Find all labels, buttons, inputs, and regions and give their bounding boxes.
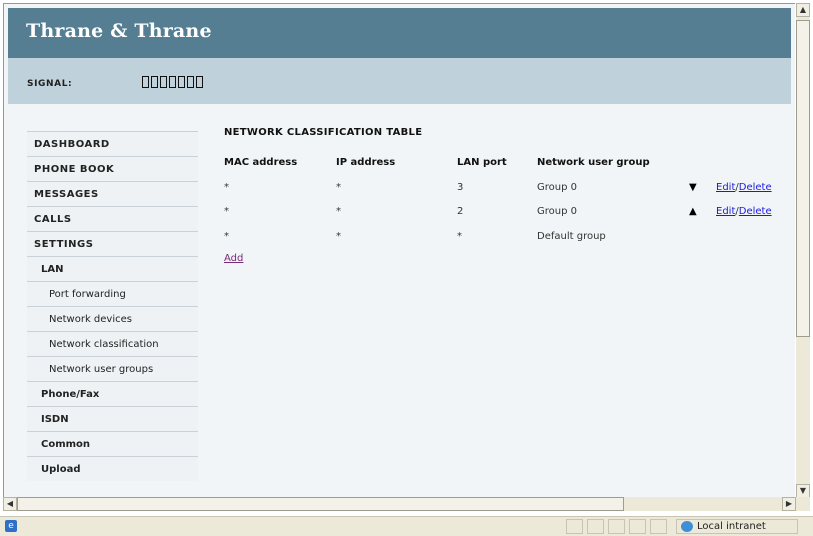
vertical-scroll-thumb[interactable] xyxy=(796,20,810,337)
sidebar-item-port-forwarding[interactable]: Port forwarding xyxy=(27,281,198,306)
sidebar-item-isdn[interactable]: ISDN xyxy=(27,406,198,431)
app-header: Thrane & Thrane xyxy=(8,8,791,58)
page-icon: e xyxy=(5,520,17,532)
vertical-scrollbar[interactable]: ▲ ▼ xyxy=(796,3,810,498)
main-content: NETWORK CLASSIFICATION TABLE MAC address… xyxy=(224,127,784,264)
status-bar: e Local intranet xyxy=(0,516,813,536)
horizontal-scroll-thumb[interactable] xyxy=(17,497,624,511)
ip-cell: * xyxy=(336,231,341,242)
brand-logo: Thrane & Thrane xyxy=(26,20,212,42)
sidebar-item-common[interactable]: Common xyxy=(27,431,198,456)
edit-link[interactable]: Edit xyxy=(716,206,735,217)
group-cell: Group 0 xyxy=(537,206,577,217)
signal-bar-segment xyxy=(187,76,194,88)
mac-cell: * xyxy=(224,182,229,193)
ip-cell: * xyxy=(336,206,341,217)
group-cell: Group 0 xyxy=(537,182,577,193)
scroll-left-icon[interactable]: ◀ xyxy=(3,497,17,511)
signal-bar-segment xyxy=(178,76,185,88)
mac-cell: * xyxy=(224,231,229,242)
horizontal-scrollbar[interactable]: ◀ ▶ xyxy=(3,497,796,511)
sidebar-item-network-user-groups[interactable]: Network user groups xyxy=(27,356,198,381)
column-header-ip: IP address xyxy=(336,157,396,168)
delete-link[interactable]: Delete xyxy=(739,206,772,217)
signal-strength-meter xyxy=(142,76,203,88)
scroll-right-icon[interactable]: ▶ xyxy=(782,497,796,511)
sidebar-item-phone-book[interactable]: PHONE BOOK xyxy=(27,156,198,181)
status-panel xyxy=(566,519,583,534)
status-panel xyxy=(629,519,646,534)
status-panel xyxy=(650,519,667,534)
column-header-user-group: Network user group xyxy=(537,157,650,168)
port-cell: 3 xyxy=(457,182,464,193)
sidebar-item-network-devices[interactable]: Network devices xyxy=(27,306,198,331)
table-row: * * 3 Group 0 ▼ Edit/Delete xyxy=(224,182,784,198)
table-title: NETWORK CLASSIFICATION TABLE xyxy=(224,127,423,138)
port-cell: * xyxy=(457,231,462,242)
sidebar-item-phone-fax[interactable]: Phone/Fax xyxy=(27,381,198,406)
ip-cell: * xyxy=(336,182,341,193)
scroll-up-icon[interactable]: ▲ xyxy=(796,3,810,17)
mac-cell: * xyxy=(224,206,229,217)
sidebar-item-dashboard[interactable]: DASHBOARD xyxy=(27,131,198,156)
sidebar-item-messages[interactable]: MESSAGES xyxy=(27,181,198,206)
security-zone: Local intranet xyxy=(676,519,798,534)
move-down-icon[interactable]: ▼ xyxy=(689,182,697,193)
sidebar-item-network-classification[interactable]: Network classification xyxy=(27,331,198,356)
group-cell: Default group xyxy=(537,231,606,242)
signal-bar-segment xyxy=(151,76,158,88)
sidebar-item-lan[interactable]: LAN xyxy=(27,256,198,281)
table-row: * * 2 Group 0 ▲ Edit/Delete xyxy=(224,206,784,222)
move-up-icon[interactable]: ▲ xyxy=(689,206,697,217)
table-row: * * * Default group xyxy=(224,231,784,247)
sidebar-item-upload[interactable]: Upload xyxy=(27,456,198,481)
signal-bar-segment xyxy=(160,76,167,88)
column-header-lan-port: LAN port xyxy=(457,157,507,168)
signal-bar: SIGNAL: xyxy=(8,58,791,104)
column-header-mac: MAC address xyxy=(224,157,298,168)
zone-label: Local intranet xyxy=(697,521,766,532)
signal-bar-segment xyxy=(142,76,149,88)
status-panel xyxy=(587,519,604,534)
sidebar-item-settings[interactable]: SETTINGS xyxy=(27,231,198,256)
port-cell: 2 xyxy=(457,206,464,217)
scrollbar-corner xyxy=(796,497,810,511)
sidebar-nav: DASHBOARD PHONE BOOK MESSAGES CALLS SETT… xyxy=(27,131,198,481)
edit-link[interactable]: Edit xyxy=(716,182,735,193)
scroll-down-icon[interactable]: ▼ xyxy=(796,484,810,498)
signal-label: SIGNAL: xyxy=(27,79,73,89)
delete-link[interactable]: Delete xyxy=(739,182,772,193)
signal-bar-segment xyxy=(169,76,176,88)
sidebar-item-calls[interactable]: CALLS xyxy=(27,206,198,231)
status-panel xyxy=(608,519,625,534)
signal-bar-segment xyxy=(196,76,203,88)
intranet-icon xyxy=(681,521,693,532)
add-link[interactable]: Add xyxy=(224,253,243,264)
